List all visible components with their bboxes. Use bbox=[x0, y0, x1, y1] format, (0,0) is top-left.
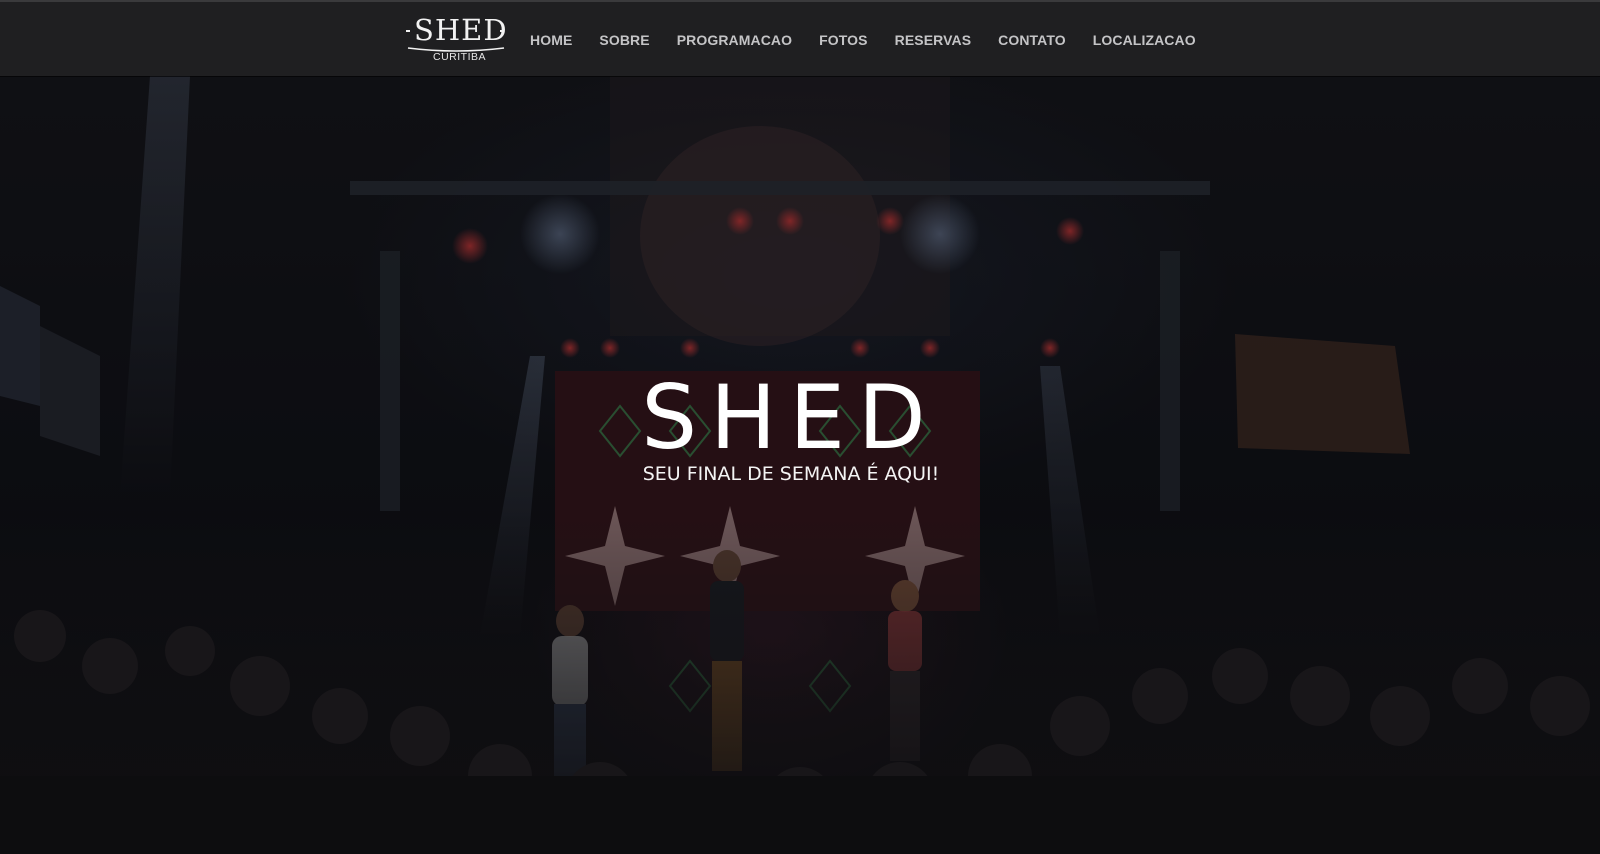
logo-dot-left bbox=[406, 30, 410, 32]
nav-link-fotos[interactable]: FOTOS bbox=[819, 33, 867, 47]
top-navbar: SHED CURITIBA HOME SOBRE PROGRAMACAO FOT… bbox=[0, 0, 1600, 76]
site-logo[interactable]: SHED CURITIBA bbox=[406, 13, 508, 64]
nav-link-programacao[interactable]: PROGRAMACAO bbox=[677, 33, 792, 47]
nav-link-sobre[interactable]: SOBRE bbox=[599, 33, 649, 47]
hero-subtitle: SEU FINAL DE SEMANA É AQUI! bbox=[642, 463, 940, 485]
nav-link-localizacao[interactable]: LOCALIZACAO bbox=[1093, 33, 1196, 47]
page: SHED CURITIBA HOME SOBRE PROGRAMACAO FOT… bbox=[0, 0, 1600, 854]
nav-link-reservas[interactable]: RESERVAS bbox=[895, 33, 972, 47]
main-nav: HOME SOBRE PROGRAMACAO FOTOS RESERVAS CO… bbox=[530, 2, 1223, 78]
logo-dot-right bbox=[500, 30, 504, 32]
logo-city: CURITIBA bbox=[433, 51, 487, 63]
hero-section: SHED SEU FINAL DE SEMANA É AQUI! bbox=[0, 76, 1600, 854]
hero-title: SHED bbox=[641, 366, 939, 469]
logo-wordmark: SHED bbox=[414, 13, 508, 47]
nav-link-contato[interactable]: CONTATO bbox=[998, 33, 1066, 47]
nav-link-home[interactable]: HOME bbox=[530, 33, 572, 47]
